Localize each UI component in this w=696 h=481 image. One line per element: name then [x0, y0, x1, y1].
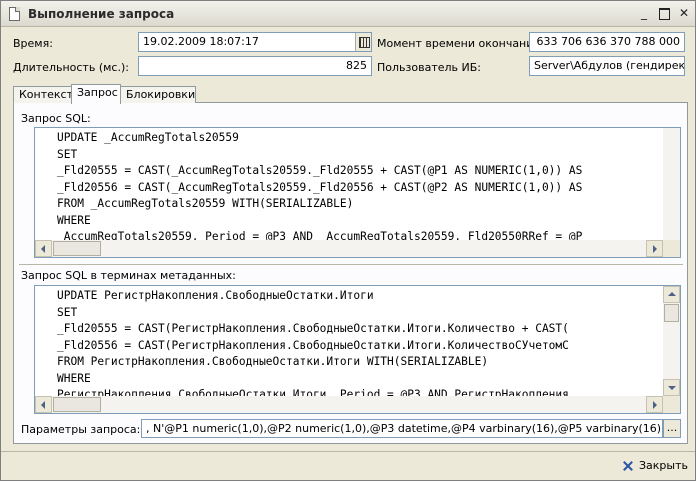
sql-label: Запрос SQL:	[21, 112, 91, 125]
sql-meta-label: Запрос SQL в терминах метаданных:	[21, 269, 236, 282]
code-line: _Fld20555 = CAST(РегистрНакопления.Свобо…	[57, 322, 569, 335]
user-label: Пользователь ИБ:	[377, 61, 481, 74]
arrow-left-icon	[41, 401, 45, 409]
section-divider	[19, 264, 683, 265]
sql-meta-horizontal-scrollbar[interactable]	[35, 396, 663, 413]
sql-vertical-scrollbar[interactable]	[663, 128, 680, 240]
sql-hscroll-thumb[interactable]	[53, 241, 101, 256]
code-line: UPDATE РегистрНакопления.СвободныеОстатк…	[57, 289, 374, 302]
code-line: FROM _AccumRegTotals20559 WITH(SERIALIZA…	[57, 197, 354, 210]
time-value: 19.02.2009 18:07:17	[143, 35, 259, 48]
code-line: _Fld20556 = CAST(_AccumRegTotals20559._F…	[57, 180, 583, 194]
scroll-corner	[663, 240, 680, 257]
sql-meta-vertical-scrollbar[interactable]	[663, 286, 680, 396]
sql-meta-textbox[interactable]: UPDATE РегистрНакопления.СвободныеОстатк…	[34, 285, 681, 414]
end-moment-value: 633 706 636 370 788 000	[536, 35, 680, 48]
code-line: _Fld20556 = CAST(РегистрНакопления.Свобо…	[57, 338, 569, 352]
code-line: РегистрНакопления.СвободныеОстатки.Итоги…	[57, 388, 569, 396]
sql-meta-vscroll-thumb[interactable]	[664, 304, 679, 322]
scroll-down-button[interactable]	[663, 379, 680, 396]
tab-query[interactable]: Запрос	[71, 84, 121, 104]
tab-locks[interactable]: Блокировки	[120, 86, 196, 103]
close-window-button[interactable]: ✕	[676, 6, 692, 21]
time-label: Время:	[13, 37, 53, 50]
params-label: Параметры запроса:	[21, 423, 141, 436]
duration-value: 825	[346, 59, 367, 72]
close-icon	[621, 459, 635, 473]
params-field[interactable]: , N'@P1 numeric(1,0),@P2 numeric(1,0),@P…	[141, 419, 663, 438]
close-button-label: Закрыть	[639, 459, 688, 472]
end-moment-field[interactable]: 633 706 636 370 788 000	[529, 32, 685, 52]
code-line: _Fld20555 = CAST(_AccumRegTotals20559._F…	[57, 164, 583, 177]
title-bar[interactable]: Выполнение запроса _ ✕	[1, 1, 695, 27]
code-line: WHERE	[57, 213, 91, 227]
tab-context[interactable]: Контекст	[13, 86, 73, 103]
sql-meta-hscroll-thumb[interactable]	[53, 397, 101, 412]
scroll-right-button[interactable]	[646, 240, 663, 257]
params-select-button[interactable]: ...	[663, 419, 681, 438]
end-moment-label: Момент времени окончания:	[377, 37, 544, 50]
scroll-left-button[interactable]	[35, 240, 52, 257]
time-field[interactable]: 19.02.2009 18:07:17	[138, 32, 372, 52]
duration-field[interactable]: 825	[138, 56, 372, 76]
scroll-corner	[663, 396, 680, 413]
sql-meta-code: UPDATE РегистрНакопления.СвободныеОстатк…	[35, 286, 663, 396]
query-execution-window: Выполнение запроса _ ✕ Время: 19.02.2009…	[0, 0, 696, 481]
document-icon	[9, 7, 20, 21]
scroll-right-button[interactable]	[646, 396, 663, 413]
user-value: Server\Абдулов (гендиректор)	[534, 59, 685, 72]
params-value: , N'@P1 numeric(1,0),@P2 numeric(1,0),@P…	[146, 422, 662, 435]
scroll-left-button[interactable]	[35, 396, 52, 413]
code-line: SET	[57, 147, 78, 161]
calendar-icon[interactable]	[355, 33, 371, 51]
arrow-down-icon	[668, 386, 676, 390]
maximize-button[interactable]	[656, 6, 672, 21]
code-line: SET	[57, 305, 78, 319]
scroll-up-button[interactable]	[663, 286, 680, 303]
footer-divider	[1, 451, 695, 452]
arrow-left-icon	[41, 245, 45, 253]
window-title: Выполнение запроса	[28, 7, 175, 21]
arrow-right-icon	[653, 245, 657, 253]
code-line: WHERE	[57, 371, 91, 385]
duration-label: Длительность (мс.):	[13, 61, 129, 74]
sql-textbox[interactable]: UPDATE _AccumRegTotals20559 SET _Fld20555 …	[34, 127, 681, 258]
code-line: _AccumRegTotals20559._Period = @P3 AND _…	[57, 230, 583, 240]
sql-horizontal-scrollbar[interactable]	[35, 240, 663, 257]
arrow-right-icon	[653, 401, 657, 409]
code-line: FROM РегистрНакопления.СвободныеОстатки.…	[57, 355, 489, 368]
arrow-up-icon	[668, 292, 676, 296]
minimize-button[interactable]: _	[636, 6, 652, 21]
code-line: UPDATE _AccumRegTotals20559	[57, 131, 239, 144]
user-field[interactable]: Server\Абдулов (гендиректор)	[529, 56, 685, 76]
close-button[interactable]: Закрыть	[621, 457, 688, 475]
sql-code: UPDATE _AccumRegTotals20559 SET _Fld20555 …	[35, 128, 663, 240]
